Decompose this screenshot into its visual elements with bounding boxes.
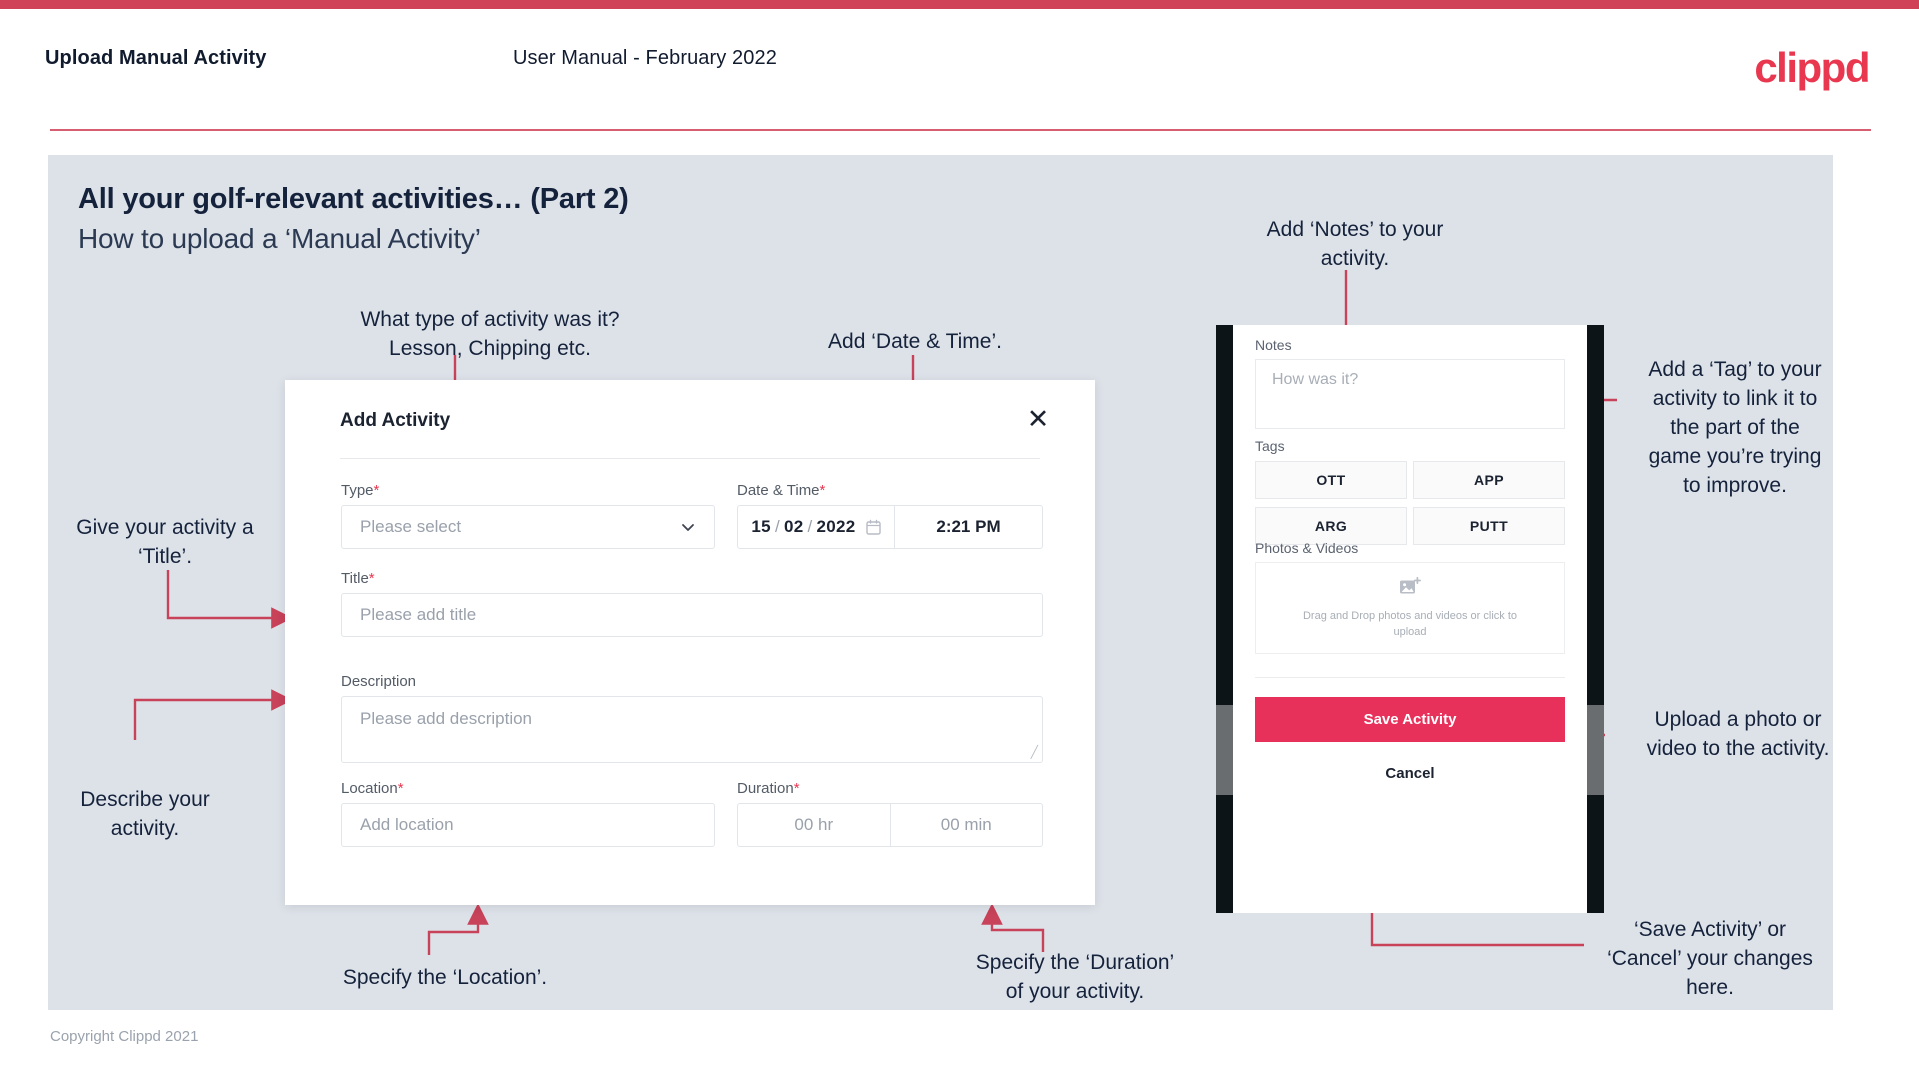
annotation-location: Specify the ‘Location’. <box>342 966 548 989</box>
annotation-save-cancel: ‘Save Activity’ or ‘Cancel’ your changes… <box>1607 918 1813 999</box>
add-activity-dialog: Add Activity ✕ Type* Please select Date … <box>285 380 1095 905</box>
date-sep-2: / <box>807 517 813 536</box>
header-left-title: Upload Manual Activity <box>45 47 267 69</box>
cancel-button[interactable]: Cancel <box>1233 765 1587 782</box>
tag-button-putt[interactable]: PUTT <box>1413 507 1565 545</box>
description-textarea[interactable]: Please add description ╱ <box>341 696 1043 763</box>
media-label: Photos & Videos <box>1255 540 1359 556</box>
location-input[interactable]: Add location <box>341 803 715 847</box>
add-image-icon <box>1399 576 1421 602</box>
duration-minutes-input[interactable]: 00 min <box>891 804 1043 846</box>
slide-title: All your golf-relevant activities… (Part… <box>78 183 629 215</box>
datetime-label: Date & Time* <box>737 482 825 499</box>
phone-divider <box>1255 677 1565 678</box>
description-label-text: Description <box>341 673 417 690</box>
location-label: Location* <box>341 780 404 797</box>
date-sep-1: / <box>774 517 780 536</box>
title-label-text: Title <box>341 570 369 587</box>
date-input[interactable]: 15 / 02 / 2022 <box>738 506 894 548</box>
title-placeholder: Please add title <box>360 605 477 624</box>
tag-button-app[interactable]: APP <box>1413 461 1565 499</box>
annotation-title: Give your activity a ‘Title’. <box>76 516 254 568</box>
close-icon[interactable]: ✕ <box>1021 402 1055 436</box>
annotation-datetime: Add ‘Date & Time’. <box>828 330 1002 353</box>
location-required-mark: * <box>397 780 404 797</box>
datetime-required-mark: * <box>819 482 826 499</box>
duration-hours-input[interactable]: 00 hr <box>738 804 890 846</box>
header-divider <box>50 129 1871 131</box>
tag-button-ott[interactable]: OTT <box>1255 461 1407 499</box>
duration-label-text: Duration <box>737 780 794 797</box>
phone-volume-button-left <box>1216 705 1233 795</box>
time-input[interactable]: 2:21 PM <box>895 506 1042 548</box>
type-label-text: Type <box>341 482 374 499</box>
dialog-title: Add Activity <box>340 410 451 431</box>
duration-required-mark: * <box>793 780 800 797</box>
phone-screen: Notes How was it? Tags OTT APP ARG PUTT … <box>1233 325 1587 913</box>
date-year: 2022 <box>816 517 856 536</box>
dialog-divider <box>340 458 1040 459</box>
annotation-type: What type of activity was it? Lesson, Ch… <box>360 308 620 360</box>
annotation-description: Describe your activity. <box>80 788 210 840</box>
tags-label: Tags <box>1255 438 1285 454</box>
annotation-duration: Specify the ‘Duration’ of your activity. <box>975 951 1175 1003</box>
type-placeholder: Please select <box>360 517 462 536</box>
type-select[interactable]: Please select <box>341 505 715 549</box>
date-month: 02 <box>783 517 804 536</box>
annotation-upload: Upload a photo or video to the activity. <box>1646 708 1830 760</box>
annotation-notes: Add ‘Notes’ to your activity. <box>1266 218 1444 270</box>
page-header: Upload Manual Activity User Manual - Feb… <box>0 9 1919 131</box>
resize-grip-icon[interactable]: ╱ <box>1031 745 1038 759</box>
description-label: Description <box>341 673 416 690</box>
media-dropzone[interactable]: Drag and Drop photos and videos or click… <box>1255 562 1565 654</box>
duration-group: 00 hr 00 min <box>737 803 1043 847</box>
title-input[interactable]: Please add title <box>341 593 1043 637</box>
calendar-icon[interactable] <box>865 519 881 535</box>
phone-power-button-right <box>1587 795 1604 835</box>
annotation-tags: Add a ‘Tag’ to your activity to link it … <box>1648 358 1822 497</box>
clippd-logo: clippd <box>1754 44 1870 91</box>
notes-label: Notes <box>1255 337 1292 353</box>
date-day: 15 <box>751 517 771 536</box>
datetime-group: 15 / 02 / 2022 2:21 PM <box>737 505 1043 549</box>
top-accent-bar <box>0 0 1919 9</box>
title-label: Title* <box>341 570 375 587</box>
duration-label: Duration* <box>737 780 800 797</box>
notes-textarea[interactable]: How was it? <box>1255 359 1565 429</box>
location-placeholder: Add location <box>360 815 454 834</box>
title-required-mark: * <box>368 570 375 587</box>
phone-mockup: Notes How was it? Tags OTT APP ARG PUTT … <box>1216 325 1604 913</box>
location-label-text: Location <box>341 780 398 797</box>
phone-volume-button-right <box>1587 705 1604 795</box>
datetime-label-text: Date & Time <box>737 482 820 499</box>
description-placeholder: Please add description <box>360 709 533 728</box>
type-required-mark: * <box>373 482 380 499</box>
save-activity-button[interactable]: Save Activity <box>1255 697 1565 742</box>
notes-placeholder: How was it? <box>1272 371 1359 388</box>
phone-power-button-left <box>1216 795 1233 835</box>
slide-subtitle: How to upload a ‘Manual Activity’ <box>78 223 481 254</box>
type-label: Type* <box>341 482 379 499</box>
copyright-footer: Copyright Clippd 2021 <box>50 1028 199 1045</box>
media-dropzone-text: Drag and Drop photos and videos or click… <box>1302 609 1517 638</box>
header-center-title: User Manual - February 2022 <box>513 47 777 69</box>
